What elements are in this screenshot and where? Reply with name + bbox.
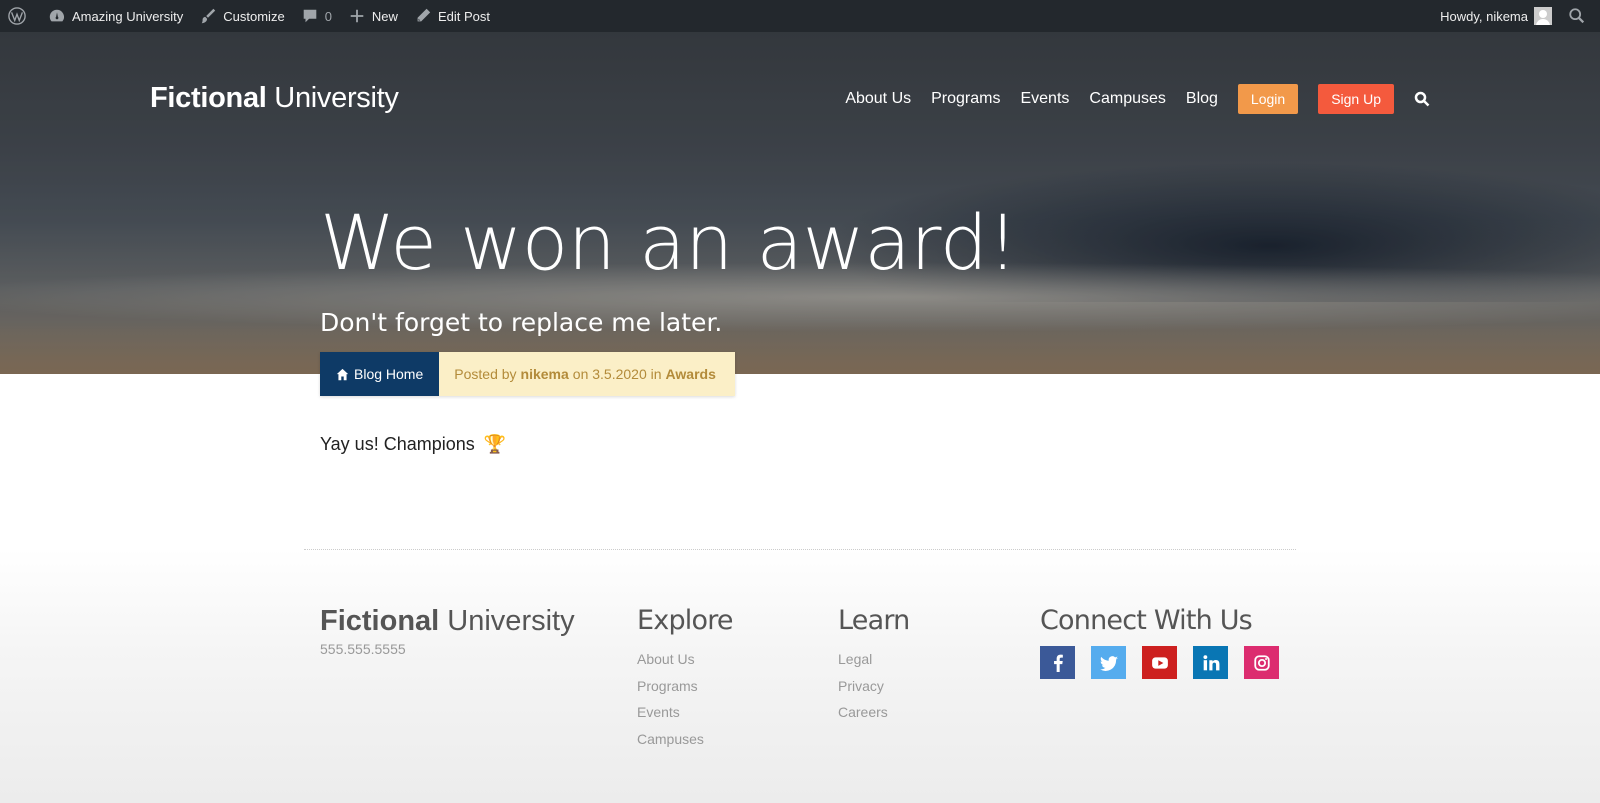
login-button[interactable]: Login — [1237, 84, 1299, 114]
post-meta-text: Posted by nikema on 3.5.2020 in Awards — [439, 352, 735, 396]
site-logo-light: University — [274, 82, 399, 114]
post-date-label: on 3.5.2020 in — [572, 366, 662, 382]
my-account-link[interactable]: Howdy, nikema — [1432, 0, 1560, 32]
hero-banner: Fictional University About Us Programs E… — [0, 32, 1600, 374]
blog-home-button[interactable]: Blog Home — [320, 352, 440, 396]
site-name-label: Amazing University — [72, 8, 184, 24]
signup-button[interactable]: Sign Up — [1318, 84, 1394, 114]
social-links — [1040, 646, 1295, 679]
nav-programs[interactable]: Programs — [931, 90, 1000, 108]
youtube-icon[interactable] — [1142, 646, 1177, 679]
admin-bar: Amazing University Customize 0 New Edit … — [0, 0, 1600, 32]
footer-link-campuses[interactable]: Campuses — [637, 726, 733, 753]
home-icon — [336, 368, 349, 381]
main-nav: About Us Programs Events Campuses Blog L… — [845, 84, 1600, 114]
search-icon[interactable] — [1414, 91, 1430, 107]
footer-phone[interactable]: 555.555.5555 — [320, 641, 406, 657]
footer-learn: Learn Legal Privacy Careers — [838, 605, 910, 726]
customize-link[interactable]: Customize — [191, 0, 292, 32]
edit-post-link[interactable]: Edit Post — [406, 0, 498, 32]
post-body: Yay us! Champions 🏆 — [320, 434, 506, 455]
post-meta-box: Blog Home Posted by nikema on 3.5.2020 i… — [320, 352, 735, 396]
footer-link-about-us[interactable]: About Us — [637, 646, 733, 673]
blog-home-label: Blog Home — [354, 366, 424, 382]
new-label: New — [371, 8, 398, 24]
author-link[interactable]: nikema — [521, 366, 569, 382]
learn-heading: Learn — [838, 605, 910, 636]
twitter-icon[interactable] — [1091, 646, 1126, 679]
footer-connect: Connect With Us — [1040, 605, 1295, 679]
plus-icon — [348, 7, 366, 25]
nav-campuses[interactable]: Campuses — [1089, 90, 1165, 108]
site-name-link[interactable]: Amazing University — [40, 0, 191, 32]
site-footer: Fictional University 555.555.5555 Explor… — [0, 549, 1600, 803]
site-logo-bold: Fictional — [150, 82, 267, 114]
footer-link-careers[interactable]: Careers — [838, 699, 909, 726]
footer-logo-bold: Fictional — [320, 605, 440, 637]
comments-count: 0 — [324, 8, 332, 24]
nav-blog[interactable]: Blog — [1186, 90, 1218, 108]
search-icon — [1568, 7, 1586, 25]
page-subtitle: Don't forget to replace me later. — [320, 308, 723, 337]
post-body-text: Yay us! Champions — [320, 434, 475, 454]
trophy-icon: 🏆 — [483, 434, 507, 454]
footer-link-programs[interactable]: Programs — [637, 673, 733, 700]
avatar — [1534, 7, 1552, 25]
footer-explore: Explore About Us Programs Events Campuse… — [637, 605, 734, 753]
facebook-icon[interactable] — [1040, 646, 1075, 679]
comments-link[interactable]: 0 — [293, 0, 340, 32]
nav-about-us[interactable]: About Us — [845, 90, 911, 108]
edit-post-label: Edit Post — [437, 8, 490, 24]
instagram-icon[interactable] — [1244, 646, 1279, 679]
paintbrush-icon — [199, 7, 217, 25]
dashboard-icon — [48, 7, 66, 25]
new-content-link[interactable]: New — [340, 0, 406, 32]
pencil-icon — [414, 7, 432, 25]
howdy-label: Howdy, nikema — [1440, 8, 1528, 24]
page-title: We won an award! — [320, 198, 1018, 287]
footer-logo[interactable]: Fictional University — [320, 605, 575, 638]
posted-by-label: Posted by — [454, 366, 517, 382]
customize-label: Customize — [223, 8, 285, 24]
explore-heading: Explore — [637, 605, 734, 636]
admin-search-button[interactable] — [1560, 0, 1600, 32]
footer-link-privacy[interactable]: Privacy — [838, 673, 909, 700]
footer-divider — [304, 549, 1296, 550]
linkedin-icon[interactable] — [1193, 646, 1228, 679]
connect-heading: Connect With Us — [1040, 605, 1253, 636]
footer-link-legal[interactable]: Legal — [838, 646, 909, 673]
wordpress-logo-button[interactable] — [0, 0, 40, 32]
footer-logo-light: University — [447, 605, 575, 637]
site-logo[interactable]: Fictional University — [150, 82, 399, 115]
footer-link-events[interactable]: Events — [637, 699, 733, 726]
comment-icon — [301, 7, 319, 25]
post-content-area: Blog Home Posted by nikema on 3.5.2020 i… — [0, 352, 1600, 549]
wordpress-icon — [8, 7, 26, 25]
category-link[interactable]: Awards — [666, 366, 716, 382]
nav-events[interactable]: Events — [1020, 90, 1069, 108]
